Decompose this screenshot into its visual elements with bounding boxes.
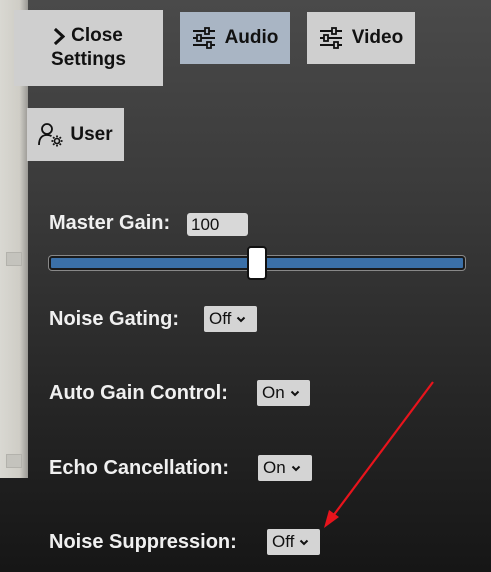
annotation-arrow [324,381,434,528]
